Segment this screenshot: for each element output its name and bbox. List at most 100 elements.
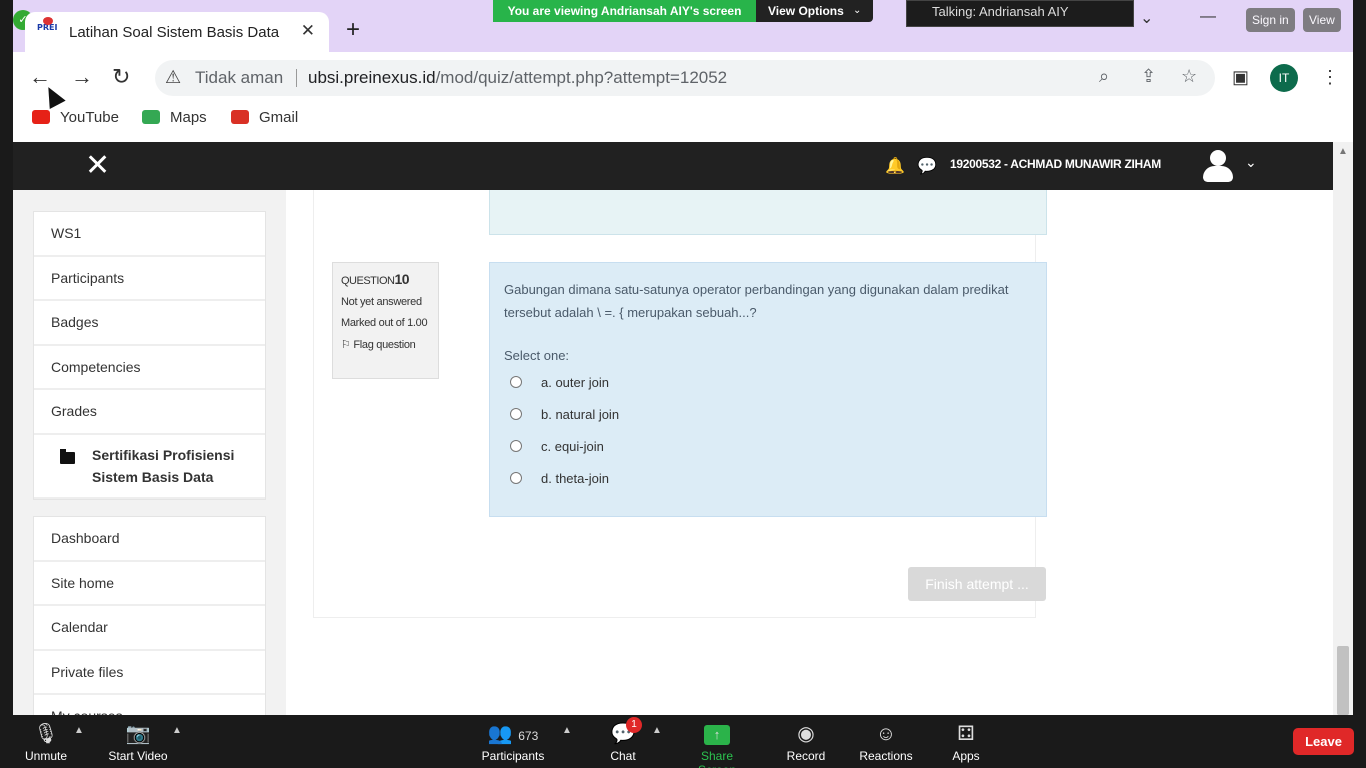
option-label[interactable]: a. outer join <box>541 375 609 390</box>
radio-button[interactable] <box>510 408 522 420</box>
drawer-item-participants[interactable]: Participants <box>34 257 265 301</box>
user-avatar[interactable] <box>1201 148 1235 182</box>
reactions-button[interactable]: ☺ Reactions <box>859 719 913 763</box>
scroll-up-icon[interactable]: ▲ <box>1338 146 1348 157</box>
drawer-item-grades[interactable]: Grades <box>34 390 265 435</box>
sign-in-button[interactable]: Sign in <box>1246 8 1295 32</box>
question-number-value: 10 <box>394 271 410 287</box>
close-drawer-icon[interactable]: ✕ <box>85 148 110 183</box>
radio-button[interactable] <box>510 376 522 388</box>
url-text[interactable]: ubsi.preinexus.id/mod/quiz/attempt.php?a… <box>308 68 727 88</box>
answer-options: a. outer join b. natural join c. equi-jo… <box>504 370 1032 498</box>
mic-muted-icon: 🎙 <box>33 723 59 745</box>
chevron-down-icon[interactable]: ⌄ <box>1140 8 1153 28</box>
user-name[interactable]: 19200532 - ACHMAD MUNAWIR ZIHAM <box>950 157 1161 171</box>
answer-option-a[interactable]: a. outer join <box>504 370 1032 402</box>
unmute-button[interactable]: 🎙 Unmute <box>24 719 68 763</box>
radio-button[interactable] <box>510 440 522 452</box>
folder-icon <box>60 448 75 464</box>
chat-bubble-icon[interactable]: 💬 <box>917 156 937 176</box>
bookmark-youtube[interactable]: YouTube <box>32 109 119 126</box>
option-label[interactable]: c. equi-join <box>541 439 604 454</box>
browser-tab[interactable]: PREI Latihan Soal Sistem Basis Data ✕ <box>25 12 329 52</box>
drawer-item-site-home[interactable]: Site home <box>34 562 265 606</box>
page-scrollbar[interactable]: ▲ <box>1333 142 1353 715</box>
reload-button[interactable]: ↻ <box>112 65 130 89</box>
maps-icon <box>142 110 160 124</box>
youtube-icon <box>32 110 50 124</box>
flag-question-button[interactable]: ⚐ Flag question <box>341 338 430 351</box>
view-options-button[interactable]: View Options <box>768 0 844 22</box>
bookmark-star-icon[interactable]: ☆ <box>1181 66 1197 87</box>
site-nav-card: Dashboard Site home Calendar Private fil… <box>33 516 266 715</box>
share-screen-button[interactable]: ↑Share Screen <box>681 719 753 768</box>
chat-badge: 1 <box>626 717 642 733</box>
bell-icon[interactable]: 🔔 <box>885 156 905 176</box>
drawer-item-ws1[interactable]: WS1 <box>34 212 265 257</box>
participants-button[interactable]: 👥 673 Participants <box>481 719 545 763</box>
scroll-thumb[interactable] <box>1337 646 1349 715</box>
forward-button[interactable]: → <box>71 65 93 89</box>
drawer-item-private-files[interactable]: Private files <box>34 651 265 695</box>
bookmarks-bar: YouTube Maps Gmail <box>13 102 1353 142</box>
share-icon[interactable]: ⇪ <box>1141 66 1156 87</box>
view-button[interactable]: View <box>1303 8 1341 32</box>
answer-option-c[interactable]: c. equi-join <box>504 434 1032 466</box>
option-label[interactable]: b. natural join <box>541 407 619 422</box>
record-label: Record <box>786 749 826 763</box>
divider <box>296 69 297 87</box>
quiz-region: QUESTION10 Not yet answered Marked out o… <box>313 190 1047 618</box>
answer-option-d[interactable]: d. theta-join <box>504 466 1032 498</box>
smiley-icon: ☺ <box>875 723 897 745</box>
close-icon[interactable]: ✕ <box>301 21 315 41</box>
drawer-item-competencies[interactable]: Competencies <box>34 346 265 390</box>
gmail-icon <box>231 110 249 124</box>
chevron-up-icon[interactable]: ▲ <box>74 725 84 736</box>
bookmark-label: Maps <box>170 109 207 126</box>
sidebar-toggle-icon[interactable]: ▣ <box>1232 65 1249 89</box>
radio-button[interactable] <box>510 472 522 484</box>
profile-avatar[interactable]: IT <box>1270 64 1298 92</box>
address-bar[interactable]: ⚠ Tidak aman ubsi.preinexus.id/mod/quiz/… <box>155 60 1215 96</box>
option-label[interactable]: d. theta-join <box>541 471 609 486</box>
drawer-item-calendar[interactable]: Calendar <box>34 606 265 651</box>
chevron-down-icon[interactable]: ⌄ <box>1245 154 1257 171</box>
zoom-icon[interactable]: ⌕ <box>1099 66 1109 87</box>
apps-label: Apps <box>952 749 980 763</box>
not-secure-label: Tidak aman <box>195 68 284 87</box>
record-button[interactable]: ◉ Record <box>786 719 826 763</box>
answer-option-b[interactable]: b. natural join <box>504 402 1032 434</box>
drawer-item-my-courses[interactable]: My courses <box>34 695 265 715</box>
viewing-label: You are viewing Andriansah AIY's screen <box>493 0 756 22</box>
tab-title: Latihan Soal Sistem Basis Data <box>69 24 280 41</box>
select-one-label: Select one: <box>504 348 570 363</box>
chevron-up-icon[interactable]: ▲ <box>562 725 572 736</box>
bookmark-gmail[interactable]: Gmail <box>231 109 298 126</box>
course-nav-card: WS1 Participants Badges Competencies Gra… <box>33 211 266 500</box>
drawer-item-dashboard[interactable]: Dashboard <box>34 517 265 562</box>
apps-button[interactable]: ⚃ Apps <box>950 719 982 763</box>
more-menu-icon[interactable]: ⋮ <box>1321 65 1339 89</box>
drawer-item-badges[interactable]: Badges <box>34 301 265 346</box>
chevron-up-icon[interactable]: ▲ <box>652 725 662 736</box>
minimize-icon[interactable]: — <box>1200 8 1216 26</box>
bookmark-maps[interactable]: Maps <box>142 109 207 126</box>
participants-count: 673 <box>518 729 539 743</box>
finish-attempt-button[interactable]: Finish attempt ... <box>908 567 1046 601</box>
bookmark-label: Gmail <box>259 109 299 126</box>
site-navbar: ✕ 🔔 💬 19200532 - ACHMAD MUNAWIR ZIHAM ⌄ <box>13 142 1333 190</box>
chevron-up-icon[interactable]: ▲ <box>172 725 182 736</box>
question-text: Gabungan dimana satu-satunya operator pe… <box>504 282 1009 320</box>
screen-share-banner: You are viewing Andriansah AIY's screen … <box>493 0 873 22</box>
apps-icon: ⚃ <box>957 723 975 745</box>
unmute-label: Unmute <box>24 749 68 763</box>
new-tab-button[interactable]: + <box>346 18 360 42</box>
back-button[interactable]: ← <box>29 65 51 89</box>
url-path: /mod/quiz/attempt.php?attempt=12052 <box>435 68 728 87</box>
chevron-down-icon[interactable]: ⌄ <box>853 0 861 22</box>
start-video-button[interactable]: 📷 Start Video <box>108 719 168 763</box>
leave-button[interactable]: Leave <box>1293 728 1354 755</box>
drawer-item-course[interactable]: Sertifikasi Profisiensi Sistem Basis Dat… <box>34 435 265 499</box>
share-screen-label: Share Screen <box>698 749 736 768</box>
question-marks: Marked out of 1.00 <box>341 317 428 329</box>
